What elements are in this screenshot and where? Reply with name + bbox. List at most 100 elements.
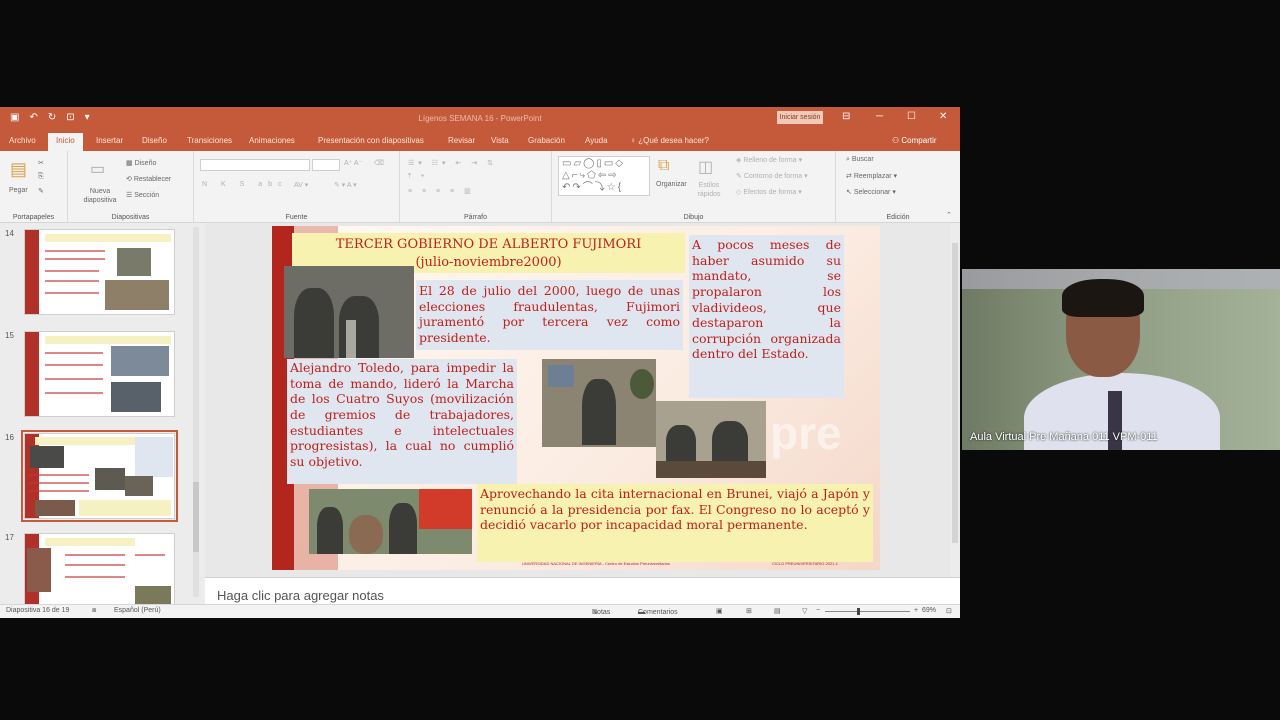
shape-outline-button[interactable]: ✎ Contorno de forma ▾	[736, 172, 808, 180]
textbox-vladivideos[interactable]: A pocos meses de haber asumido su mandat…	[689, 235, 844, 398]
char-spacing-icon[interactable]: AV ▾	[294, 181, 308, 189]
language-indicator[interactable]: Español (Perú)	[114, 607, 161, 614]
slide-thumbnail-14[interactable]	[24, 229, 175, 315]
quick-styles-icon[interactable]: ◫	[698, 157, 713, 177]
textbox-brunei[interactable]: Aprovechando la cita internacional en Br…	[477, 484, 873, 562]
font-grow-icon[interactable]: A⁺ A⁻	[344, 159, 362, 167]
zoom-slider[interactable]	[825, 608, 910, 615]
new-slide-button[interactable]: Nueva diapositiva	[76, 187, 124, 205]
textbox-july-2000[interactable]: El 28 de julio del 2000, luego de unas e…	[416, 280, 683, 350]
slide-sorter-icon[interactable]: ⊞	[746, 607, 752, 615]
tell-me-search[interactable]: ♀ ¿Qué desea hacer?	[630, 136, 709, 145]
tab-animaciones[interactable]: Animaciones	[249, 136, 295, 145]
arrange-button[interactable]: Organizar	[656, 181, 687, 188]
font-style-buttons[interactable]: N K S abc	[202, 181, 288, 188]
webcam-tile[interactable]: Aula Virtual Pre Mañana 011 VPM-011	[962, 269, 1280, 450]
normal-view-icon[interactable]: ▣	[716, 607, 723, 615]
photo-plant	[630, 369, 654, 399]
thumb-title	[35, 437, 135, 445]
close-button[interactable]: ✕	[939, 111, 947, 122]
zoom-slider-thumb[interactable]	[857, 608, 860, 615]
accessibility-icon[interactable]: ⧈	[92, 607, 96, 615]
paste-icon[interactable]: ▤	[10, 159, 27, 180]
text-direction-icon[interactable]: ⤒ ▾	[408, 173, 428, 181]
clear-format-icon[interactable]: ⌫	[374, 159, 384, 167]
align-buttons[interactable]: ≡ ≡ ≡ ≡ ▥	[408, 187, 475, 195]
maximize-button[interactable]: ☐	[907, 111, 916, 122]
thumbnail-number: 16	[5, 433, 14, 442]
cut-icon[interactable]: ✂	[38, 159, 44, 167]
minimize-button[interactable]: ─	[876, 111, 883, 122]
scrollbar-thumb[interactable]	[952, 243, 958, 543]
lightbulb-icon: ♀	[630, 136, 639, 145]
shapes-gallery[interactable]: ▭▱◯▯▭◇ △⌐⤷⬠⇦⇨ ↶↷⌒⤵☆{	[558, 156, 650, 196]
copy-icon[interactable]: ⎘	[38, 173, 44, 181]
ribbon-tabs: Archivo Inicio Insertar Diseño Transicio…	[0, 129, 960, 151]
select-button[interactable]: ↖ Seleccionar ▾	[846, 188, 896, 196]
fit-slide-icon[interactable]: ⊡	[946, 607, 952, 615]
shape-effects-button[interactable]: ◇ Efectos de forma ▾	[736, 188, 802, 196]
tab-insertar[interactable]: Insertar	[96, 136, 123, 145]
textbox-toledo[interactable]: Alejandro Toledo, para impedir la toma d…	[287, 359, 517, 484]
paste-button[interactable]: Pegar	[9, 187, 28, 194]
font-size-box[interactable]	[312, 159, 340, 171]
replace-button[interactable]: ⇄ Reemplazar ▾	[846, 172, 897, 180]
tab-ayuda[interactable]: Ayuda	[585, 136, 608, 145]
tab-diseno[interactable]: Diseño	[142, 136, 167, 145]
slide-thumbnail-16[interactable]	[21, 430, 178, 522]
slide-thumbnail-17[interactable]	[24, 533, 175, 604]
tab-grabacion[interactable]: Grabación	[528, 136, 565, 145]
photo-four-suyos-march[interactable]	[309, 489, 472, 554]
section-button[interactable]: ☰ Sección	[126, 191, 159, 199]
new-slide-icon[interactable]: ▭	[90, 159, 105, 179]
tab-revisar[interactable]: Revisar	[448, 136, 475, 145]
font-color-icon[interactable]: ✎ ▾ A ▾	[334, 181, 357, 189]
ribbon-display-icon[interactable]: ⊟	[842, 111, 850, 122]
collapse-ribbon-icon[interactable]: ⌃	[946, 211, 952, 219]
reading-view-icon[interactable]: ▤	[774, 607, 781, 615]
person-icon: ⚇	[892, 136, 902, 145]
format-painter-icon[interactable]: ✎	[38, 187, 44, 195]
photo-meeting[interactable]	[656, 401, 766, 478]
quick-styles-button[interactable]: Estilos rápidos	[692, 181, 726, 199]
shape-fill-label: Relleno de forma	[743, 157, 797, 164]
notes-pane[interactable]: Haga clic para agregar notas	[205, 577, 960, 604]
photo-fujimori-group[interactable]	[284, 266, 414, 358]
share-button[interactable]: ⚇ Compartir	[892, 136, 937, 145]
thumb-photo	[30, 446, 64, 468]
photo-detail	[548, 365, 574, 387]
slide-watermark: pre	[770, 407, 842, 459]
thumb-text	[45, 280, 99, 282]
tab-archivo[interactable]: Archivo	[9, 136, 36, 145]
tab-transiciones[interactable]: Transiciones	[187, 136, 232, 145]
reset-label: Restablecer	[133, 176, 172, 183]
tab-presentacion[interactable]: Presentación con diapositivas	[318, 136, 424, 145]
find-button[interactable]: ⌕ Buscar	[846, 156, 874, 164]
zoom-in-icon[interactable]: +	[914, 607, 918, 614]
signin-button[interactable]: Iniciar sesión	[777, 111, 823, 124]
thumb-photo	[111, 382, 161, 412]
thumb-photo	[125, 476, 153, 496]
zoom-level[interactable]: 69%	[922, 607, 936, 614]
arrange-icon[interactable]: ⧉	[658, 157, 669, 175]
current-slide[interactable]: pre TERCER GOBIERNO DE ALBERTO FUJIMORI …	[272, 226, 880, 570]
layout-button[interactable]: ▦ Diseño	[126, 159, 156, 167]
slide-thumbnail-15[interactable]	[24, 331, 175, 417]
thumbnails-scrollbar[interactable]	[193, 227, 199, 597]
layout-label: Diseño	[134, 160, 157, 167]
photo-vladivideo[interactable]	[542, 359, 656, 447]
thumbnail-number: 14	[5, 229, 14, 238]
tab-vista[interactable]: Vista	[491, 136, 509, 145]
photo-figure	[346, 320, 356, 358]
list-buttons[interactable]: ☰▾ ☷▾ ⇤ ⇥ ⇅	[408, 159, 497, 167]
reset-button[interactable]: ⟲ Restablecer	[126, 175, 171, 183]
font-name-box[interactable]	[200, 159, 310, 171]
slide-footer-left: UNIVERSIDAD NACIONAL DE INGENIERÍA - Cen…	[522, 561, 670, 566]
tab-inicio[interactable]: Inicio	[48, 133, 83, 151]
shape-effects-label: Efectos de forma	[743, 189, 797, 196]
zoom-out-icon[interactable]: −	[816, 607, 820, 614]
shape-fill-button[interactable]: ◈ Relleno de forma ▾	[736, 156, 802, 164]
scrollbar-thumb[interactable]	[193, 482, 199, 552]
slide-scrollbar[interactable]	[950, 223, 960, 577]
slideshow-icon[interactable]: ▽	[802, 607, 807, 615]
